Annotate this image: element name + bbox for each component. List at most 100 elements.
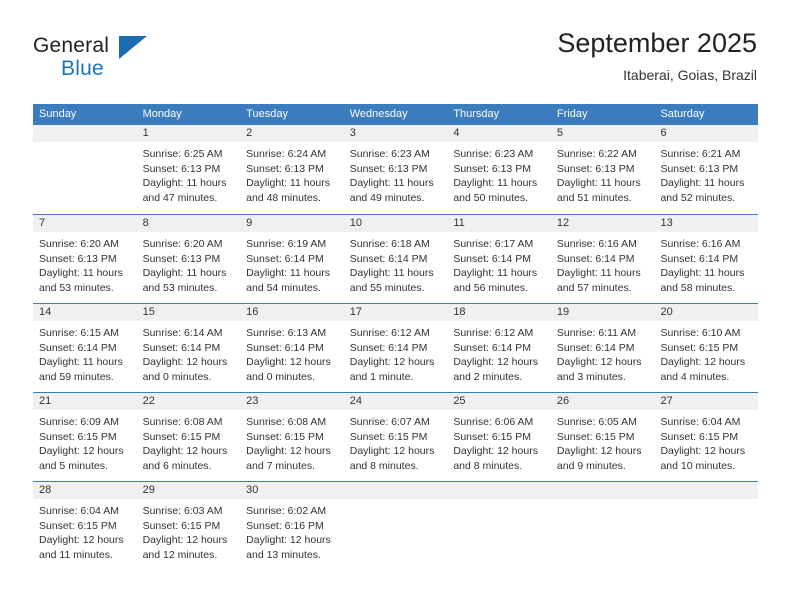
day-detail-line: and 11 minutes. [39,548,113,561]
day-detail-line: Daylight: 12 hours [142,445,228,458]
day-cell[interactable]: 9 Sunrise: 6:19 AM Sunset: 6:14 PM Daylight… [240,215,344,303]
day-cell[interactable]: 25 Sunrise: 6:06 AM Sunset: 6:15 PM Dayligh… [447,393,551,481]
day-detail-line: and 9 minutes. [556,459,626,472]
day-cell[interactable]: 22 Sunrise: 6:08 AM Sunset: 6:15 PM Dayligh… [136,393,241,481]
day-detail-line: and 56 minutes. [453,281,529,294]
day-cell[interactable]: 12 Sunrise: 6:16 AM Sunset: 6:14 PM Dayligh… [550,215,655,303]
day-details: Sunrise: 6:13 AM Sunset: 6:14 PM Daylight:… [240,321,344,384]
day-detail-line: Sunset: 6:14 PM [349,341,428,354]
day-cell[interactable]: 13 Sunrise: 6:16 AM Sunset: 6:14 PM Dayligh… [654,215,759,303]
day-number: 12 [550,215,655,232]
day-cell[interactable]: 28 Sunrise: 6:04 AM Sunset: 6:15 PM Dayligh… [33,482,137,570]
weekday-header-saturday: Saturday [660,108,705,120]
day-cell[interactable]: 10 Sunrise: 6:18 AM Sunset: 6:14 PM Dayligh… [343,215,448,303]
day-number: 24 [343,393,448,410]
day-details [344,499,448,504]
day-details: Sunrise: 6:15 AM Sunset: 6:14 PM Daylight:… [33,321,137,384]
day-detail-line: Daylight: 12 hours [39,445,124,458]
day-detail-line: Sunrise: 6:03 AM [142,505,223,517]
day-details: Sunrise: 6:08 AM Sunset: 6:15 PM Daylight:… [137,410,241,473]
page-title: September 2025 [557,28,757,58]
day-detail-line: and 50 minutes. [453,191,529,204]
day-cell-empty [33,125,137,214]
day-detail-line: Sunrise: 6:09 AM [39,416,119,428]
day-cell[interactable]: 17 Sunrise: 6:12 AM Sunset: 6:14 PM Dayligh… [343,304,448,392]
day-detail-line: and 12 minutes. [142,548,218,561]
week-row: 28 Sunrise: 6:04 AM Sunset: 6:15 PM Dayligh… [33,481,759,570]
day-cell[interactable]: 23 Sunrise: 6:08 AM Sunset: 6:15 PM Dayligh… [240,393,344,481]
day-detail-line: Sunset: 6:13 PM [453,162,531,175]
day-detail-line: Sunrise: 6:23 AM [349,148,430,160]
day-number: 5 [550,125,655,142]
day-detail-line: Daylight: 12 hours [556,356,642,369]
day-detail-line: Sunrise: 6:16 AM [660,238,741,250]
day-details: Sunrise: 6:14 AM Sunset: 6:14 PM Daylight:… [137,321,241,384]
day-detail-line: Daylight: 11 hours [556,267,641,280]
week-row: 14 Sunrise: 6:15 AM Sunset: 6:14 PM Dayligh… [33,303,759,392]
day-cell[interactable]: 20 Sunrise: 6:10 AM Sunset: 6:15 PM Dayligh… [654,304,759,392]
day-number: 18 [447,304,551,321]
day-cell[interactable]: 21 Sunrise: 6:09 AM Sunset: 6:15 PM Dayligh… [33,393,137,481]
title-block: September 2025 Itaberai, Goias, Brazil [557,26,757,85]
day-detail-line: Sunset: 6:15 PM [660,341,739,354]
day-cell[interactable]: 15 Sunrise: 6:14 AM Sunset: 6:14 PM Dayligh… [136,304,241,392]
weekday-header-wednesday: Wednesday [349,108,408,120]
day-cell[interactable]: 8 Sunrise: 6:20 AM Sunset: 6:13 PM Daylight… [136,215,241,303]
day-detail-line: Sunset: 6:15 PM [39,519,117,532]
day-detail-line: Daylight: 11 hours [660,177,745,190]
day-cell[interactable]: 2 Sunrise: 6:24 AM Sunset: 6:13 PM Daylight… [240,125,344,214]
day-detail-line: Daylight: 12 hours [246,445,331,458]
day-cell[interactable]: 30 Sunrise: 6:02 AM Sunset: 6:16 PM Dayligh… [240,482,344,570]
day-detail-line: Sunrise: 6:02 AM [246,505,327,517]
day-detail-line: Sunset: 6:13 PM [142,252,221,265]
day-detail-line: Sunrise: 6:24 AM [246,148,327,160]
day-cell[interactable]: 4 Sunrise: 6:23 AM Sunset: 6:13 PM Daylight… [447,125,551,214]
day-detail-line: Sunset: 6:15 PM [349,430,428,443]
day-detail-line: and 58 minutes. [660,281,736,294]
day-detail-line: Sunset: 6:15 PM [39,430,117,443]
day-detail-line: Daylight: 11 hours [556,177,641,190]
day-detail-line: Sunrise: 6:20 AM [39,238,119,250]
day-cell[interactable]: 16 Sunrise: 6:13 AM Sunset: 6:14 PM Dayligh… [240,304,344,392]
brand-logo[interactable]: General Blue [33,34,153,86]
day-details: Sunrise: 6:18 AM Sunset: 6:14 PM Daylight:… [344,232,448,295]
week-row: 1 Sunrise: 6:25 AM Sunset: 6:13 PM Daylight… [33,125,759,214]
day-detail-line: Sunset: 6:13 PM [39,252,117,265]
day-details: Sunrise: 6:22 AM Sunset: 6:13 PM Daylight:… [551,142,655,205]
day-detail-line: and 3 minutes. [556,370,626,383]
day-cell[interactable]: 14 Sunrise: 6:15 AM Sunset: 6:14 PM Dayligh… [33,304,137,392]
day-cell[interactable]: 7 Sunrise: 6:20 AM Sunset: 6:13 PM Daylight… [33,215,137,303]
day-details: Sunrise: 6:02 AM Sunset: 6:16 PM Daylight:… [240,499,344,562]
day-cell[interactable]: 3 Sunrise: 6:23 AM Sunset: 6:13 PM Daylight… [343,125,448,214]
day-detail-line: Sunset: 6:15 PM [246,430,324,443]
day-detail-line: and 57 minutes. [556,281,632,294]
day-cell[interactable]: 6 Sunrise: 6:21 AM Sunset: 6:13 PM Daylight… [654,125,759,214]
day-detail-line: Sunset: 6:15 PM [453,430,531,443]
day-number [654,482,759,499]
day-cell[interactable]: 26 Sunrise: 6:05 AM Sunset: 6:15 PM Dayligh… [550,393,655,481]
day-detail-line: and 5 minutes. [39,459,108,472]
day-cell[interactable]: 24 Sunrise: 6:07 AM Sunset: 6:15 PM Dayligh… [343,393,448,481]
day-number: 17 [343,304,448,321]
day-cell[interactable]: 27 Sunrise: 6:04 AM Sunset: 6:15 PM Dayligh… [654,393,759,481]
calendar-page: General Blue September 2025 Itaberai, Go… [0,0,792,612]
day-detail-line: Daylight: 12 hours [246,534,331,547]
weekday-header-monday: Monday [142,108,182,120]
day-cell[interactable]: 5 Sunrise: 6:22 AM Sunset: 6:13 PM Daylight… [550,125,655,214]
day-cell[interactable]: 18 Sunrise: 6:12 AM Sunset: 6:14 PM Dayligh… [447,304,551,392]
day-detail-line: and 49 minutes. [349,191,425,204]
day-cell-empty [654,482,759,570]
day-cell[interactable]: 29 Sunrise: 6:03 AM Sunset: 6:15 PM Dayligh… [136,482,241,570]
triangle-logo-icon [119,36,147,59]
day-details: Sunrise: 6:12 AM Sunset: 6:14 PM Daylight:… [344,321,448,384]
day-detail-line: Sunrise: 6:06 AM [453,416,534,428]
day-cell[interactable]: 1 Sunrise: 6:25 AM Sunset: 6:13 PM Daylight… [136,125,241,214]
day-detail-line: and 8 minutes. [453,459,523,472]
day-detail-line: Sunset: 6:13 PM [556,162,635,175]
day-cell[interactable]: 19 Sunrise: 6:11 AM Sunset: 6:14 PM Dayligh… [550,304,655,392]
day-detail-line: Daylight: 11 hours [246,177,331,190]
weekday-header-thursday: Thursday [453,108,500,120]
day-cell[interactable]: 11 Sunrise: 6:17 AM Sunset: 6:14 PM Dayligh… [447,215,551,303]
weekday-header-row: Sunday Monday Tuesday Wednesday Thursday Frid… [33,104,758,125]
day-detail-line: Daylight: 12 hours [660,356,746,369]
